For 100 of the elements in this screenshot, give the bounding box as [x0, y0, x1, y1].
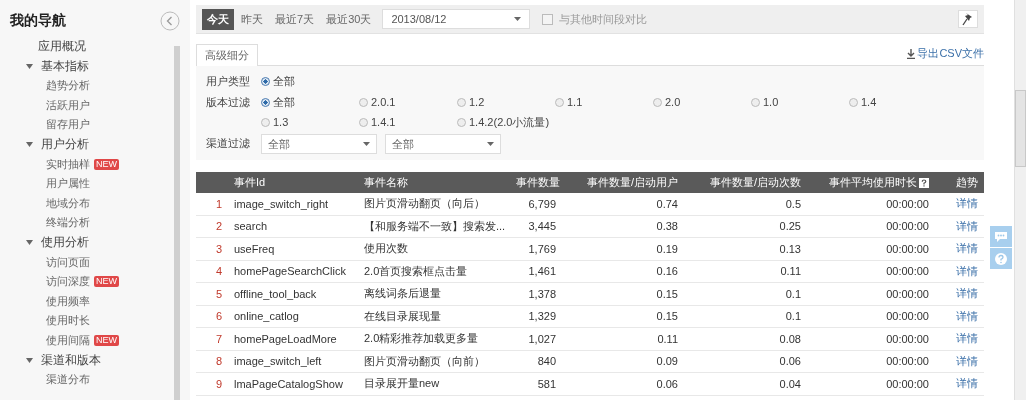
nav-item[interactable]: 渠道分布	[46, 372, 90, 388]
table-cell: 00:00:00	[886, 310, 929, 323]
table-cell: 0.08	[779, 332, 801, 345]
date-range-button[interactable]: 最近30天	[321, 8, 377, 30]
table-cell: offline_tool_back	[234, 287, 317, 300]
detail-link[interactable]: 详情	[956, 219, 978, 232]
table-cell: 图片页滑动翻页（向前）	[364, 354, 485, 367]
table-cell: 目录展开量new	[364, 377, 440, 390]
table-cell: 840	[537, 355, 556, 368]
table-cell: 0.15	[656, 287, 678, 300]
nav-item[interactable]: 使用时长	[46, 313, 90, 329]
collapse-icon[interactable]	[160, 11, 180, 31]
channel-dropdown[interactable]: 全部	[385, 134, 501, 154]
new-badge: NEW	[94, 334, 119, 346]
nav-item[interactable]: 访问页面	[46, 254, 90, 270]
caret-icon	[487, 142, 494, 146]
radio-option[interactable]: 1.4.2(2.0小流量)	[457, 113, 555, 131]
detail-link[interactable]: 详情	[956, 197, 978, 210]
sidebar-title: 我的导航	[10, 12, 66, 30]
table-cell: 0.1	[785, 310, 801, 323]
nav-item[interactable]: 终端分析	[46, 215, 90, 231]
date-dropdown[interactable]: 2013/08/12	[382, 9, 531, 29]
column-header: 事件数量/启动用户	[586, 176, 678, 188]
new-badge: NEW	[94, 276, 119, 288]
radio-option[interactable]: 全部	[261, 72, 359, 90]
export-csv-link[interactable]: 导出CSV文件	[907, 46, 984, 65]
table-cell: 6,799	[528, 197, 556, 210]
radio-option[interactable]: 1.2	[457, 93, 555, 111]
radio-option[interactable]: 2.0.1	[359, 93, 457, 111]
nav-item[interactable]: 趋势分析	[46, 78, 90, 94]
column-header: 趋势	[956, 176, 978, 188]
detail-link[interactable]: 详情	[956, 242, 978, 255]
nav-item[interactable]: 留存用户	[46, 117, 90, 133]
table-cell: 1,027	[528, 332, 556, 345]
pin-icon	[962, 12, 974, 26]
download-icon	[907, 48, 916, 59]
date-range-button[interactable]: 今天	[202, 8, 234, 30]
compare-label: 与其他时间段对比	[559, 11, 648, 27]
radio-option[interactable]: 1.0	[751, 93, 849, 111]
radio-option[interactable]: 全部	[261, 93, 359, 111]
detail-link[interactable]: 详情	[956, 309, 978, 322]
table-cell: 0.19	[656, 242, 678, 255]
compare-checkbox[interactable]	[542, 13, 554, 25]
table-cell: 2.0首页搜索框点击量	[364, 264, 468, 277]
date-range-button[interactable]: 昨天	[236, 8, 268, 30]
detail-link[interactable]: 详情	[956, 354, 978, 367]
nav-item[interactable]: 访问深度	[46, 274, 90, 290]
table-cell: 00:00:00	[886, 265, 929, 278]
help-icon[interactable]	[919, 178, 929, 189]
question-icon	[994, 251, 1008, 266]
scrollbar-thumb[interactable]	[1015, 90, 1026, 167]
table-cell: 0.38	[656, 220, 678, 233]
nav-item[interactable]: 用户属性	[46, 176, 90, 192]
table-cell: 0.11	[657, 332, 678, 345]
channel-dropdown[interactable]: 全部	[261, 134, 377, 154]
pin-button[interactable]	[958, 10, 978, 28]
nav-group[interactable]: 应用概况	[0, 36, 174, 56]
nav-item[interactable]: 活跃用户	[46, 97, 90, 113]
table-cell: 0.11	[780, 265, 801, 278]
row-number: 7	[215, 332, 222, 345]
help-button[interactable]	[990, 248, 1012, 269]
nav-item[interactable]: 使用频率	[46, 293, 90, 309]
detail-link[interactable]: 详情	[956, 287, 978, 300]
table-cell: 2.0精彩推荐加载更多量	[364, 332, 479, 345]
table-cell: 0.04	[779, 377, 801, 390]
nav-group[interactable]: 基本指标	[0, 56, 174, 76]
nav-group[interactable]: 用户分析	[0, 134, 174, 155]
column-header: 事件Id	[234, 176, 266, 188]
radio-option[interactable]: 1.4	[849, 93, 947, 111]
table-cell: 00:00:00	[886, 197, 929, 210]
nav-group[interactable]: 使用分析	[0, 232, 174, 253]
scrollbar-thumb[interactable]	[174, 46, 180, 400]
date-range-button[interactable]: 最近7天	[270, 8, 320, 30]
row-number: 2	[215, 220, 222, 233]
detail-link[interactable]: 详情	[956, 332, 978, 345]
nav-item[interactable]: 使用间隔	[46, 332, 90, 348]
table-cell: 使用次数	[364, 242, 408, 255]
detail-link[interactable]: 详情	[956, 377, 978, 390]
table-cell: 【和服务端不一致】搜索发...	[364, 219, 506, 232]
table-cell: search	[234, 220, 268, 233]
radio-option[interactable]: 1.1	[555, 93, 653, 111]
nav-group[interactable]: 渠道和版本	[0, 350, 174, 370]
detail-link[interactable]: 详情	[956, 264, 978, 277]
new-badge: NEW	[94, 158, 119, 170]
nav-item[interactable]: 实时抽样	[46, 156, 90, 172]
chat-button[interactable]	[990, 226, 1012, 247]
nav-item[interactable]: 地域分布	[46, 195, 90, 211]
tab[interactable]: 高级细分	[196, 44, 258, 66]
table-cell: 离线词条后退量	[364, 287, 441, 300]
row-number: 3	[215, 242, 222, 255]
radio-option[interactable]: 1.4.1	[359, 113, 457, 131]
radio-option[interactable]: 1.3	[261, 113, 359, 131]
filter-label: 渠道过滤	[206, 136, 251, 151]
table-cell: homePageLoadMore	[234, 332, 337, 345]
row-number: 1	[215, 197, 222, 210]
table-cell: online_catlog	[234, 310, 299, 323]
chat-icon	[994, 230, 1008, 243]
row-number: 8	[215, 355, 222, 368]
radio-option[interactable]: 2.0	[653, 93, 751, 111]
column-header: 事件数量/启动次数	[709, 176, 801, 188]
